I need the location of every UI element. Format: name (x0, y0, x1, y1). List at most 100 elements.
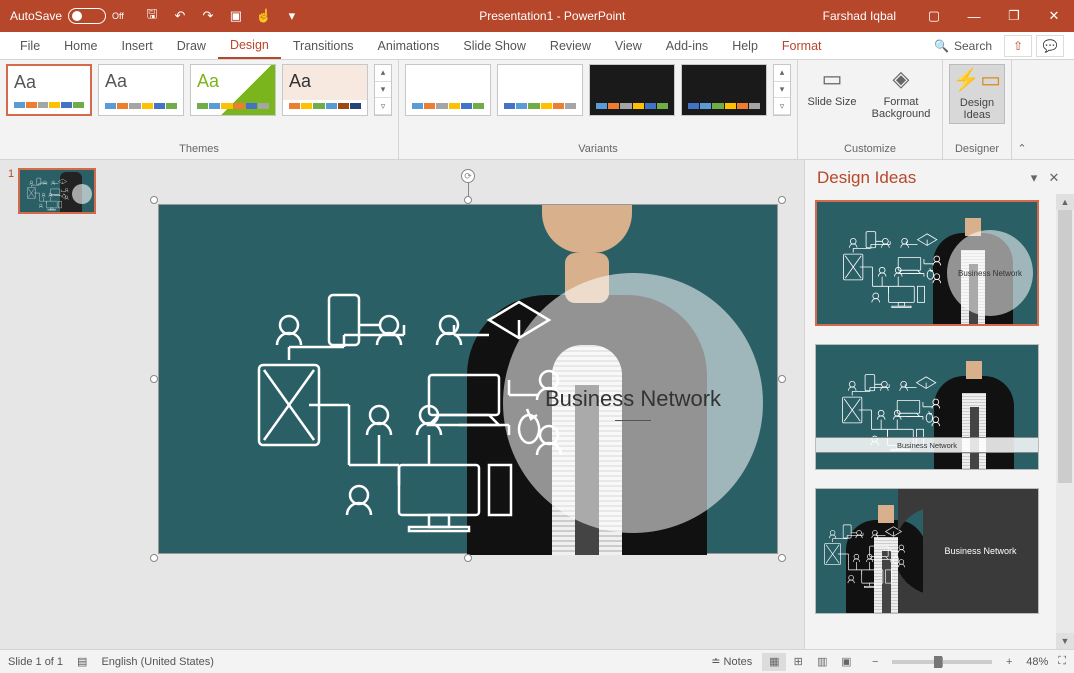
variant-thumb-1[interactable] (405, 64, 491, 116)
variant-thumb-3[interactable] (589, 64, 675, 116)
design-idea-1[interactable]: Business Network (815, 200, 1039, 326)
pane-title: Design Ideas (817, 168, 1024, 188)
search-label: Search (954, 39, 992, 53)
scroll-up-icon[interactable]: ▲ (1056, 194, 1074, 210)
tab-review[interactable]: Review (538, 32, 603, 59)
tab-help[interactable]: Help (720, 32, 770, 59)
designer-group-label: Designer (949, 143, 1005, 157)
resize-handle[interactable] (778, 196, 786, 204)
zoom-slider[interactable] (892, 660, 992, 664)
rotate-handle-icon[interactable]: ⟳ (461, 169, 475, 183)
slide-thumbnail-panel: 1 (0, 160, 132, 649)
save-icon[interactable]: 🖫 (144, 8, 160, 24)
slide-canvas[interactable]: ⟳ Business Network (158, 204, 778, 554)
theme-thumb-2[interactable]: Aa (98, 64, 184, 116)
fit-to-window-icon[interactable]: ⛶ (1058, 655, 1066, 668)
redo-icon[interactable]: ↷ (200, 8, 216, 24)
design-ideas-button[interactable]: ⚡▭ Design Ideas (949, 64, 1005, 124)
resize-handle[interactable] (778, 554, 786, 562)
ribbon-design: Aa Aa Aa Aa ▴▾▿ Themes ▴▾▿ (0, 60, 1074, 160)
scroll-thumb[interactable] (1058, 210, 1072, 483)
variants-group-label: Variants (405, 143, 791, 157)
design-ideas-pane: Design Ideas ▾ ✕ Business Network Busine… (804, 160, 1074, 649)
slideshow-view-icon[interactable]: ▣ (834, 653, 858, 671)
document-title: Presentation1 - PowerPoint (300, 9, 805, 23)
design-ideas-label: Design Ideas (952, 97, 1002, 121)
resize-handle[interactable] (464, 554, 472, 562)
user-name[interactable]: Farshad Iqbal (805, 9, 914, 23)
zoom-percent[interactable]: 48% (1026, 656, 1048, 668)
notes-label: Notes (724, 656, 753, 668)
slide-thumbnail-1[interactable]: 1 (8, 168, 124, 214)
share-button[interactable]: ⇧ (1004, 35, 1032, 57)
slide-title-text: Business Network (545, 386, 721, 412)
accessibility-icon[interactable]: ▤ (77, 655, 87, 668)
tab-design[interactable]: Design (218, 32, 281, 59)
close-icon[interactable]: ✕ (1034, 0, 1074, 32)
design-idea-2[interactable]: Business Network (815, 344, 1039, 470)
theme-aa: Aa (105, 71, 177, 92)
zoom-out-button[interactable]: − (868, 656, 882, 668)
autosave-toggle[interactable]: AutoSave Off (10, 8, 124, 24)
autosave-switch[interactable] (68, 8, 106, 24)
scroll-down-icon[interactable]: ▼ (1056, 633, 1074, 649)
tab-slideshow[interactable]: Slide Show (451, 32, 538, 59)
slide-size-button[interactable]: ▭ Slide Size (804, 64, 860, 110)
zoom-in-button[interactable]: + (1002, 656, 1016, 668)
resize-handle[interactable] (778, 375, 786, 383)
design-ideas-list: Business Network Business Network Busine… (805, 194, 1056, 649)
tab-transitions[interactable]: Transitions (281, 32, 366, 59)
design-ideas-icon: ⚡▭ (953, 67, 1001, 93)
theme-thumb-1[interactable]: Aa (6, 64, 92, 116)
pane-options-icon[interactable]: ▾ (1024, 168, 1044, 188)
tab-home[interactable]: Home (52, 32, 109, 59)
slide-thumb-image (18, 168, 96, 214)
resize-handle[interactable] (150, 554, 158, 562)
pane-close-icon[interactable]: ✕ (1044, 168, 1064, 188)
design-idea-3[interactable]: Business Network (815, 488, 1039, 614)
status-bar: Slide 1 of 1 ▤ English (United States) ≐… (0, 649, 1074, 673)
themes-gallery-more[interactable]: ▴▾▿ (374, 64, 392, 116)
tab-draw[interactable]: Draw (165, 32, 218, 59)
reading-view-icon[interactable]: ▥ (810, 653, 834, 671)
collapse-ribbon-icon[interactable]: ⌃ (1012, 60, 1032, 159)
ribbon-display-options-icon[interactable]: ▢ (914, 0, 954, 32)
variant-thumb-2[interactable] (497, 64, 583, 116)
notes-button[interactable]: ≐ Notes (711, 655, 752, 668)
resize-handle[interactable] (150, 196, 158, 204)
normal-view-icon[interactable]: ▦ (762, 653, 786, 671)
ribbon-tabs: File Home Insert Draw Design Transitions… (0, 32, 1074, 60)
pane-scrollbar[interactable]: ▲ ▼ (1056, 194, 1074, 649)
slide-count[interactable]: Slide 1 of 1 (8, 656, 63, 668)
slide-title-circle: Business Network (503, 273, 763, 533)
slide-sorter-view-icon[interactable]: ⊞ (786, 653, 810, 671)
tab-view[interactable]: View (603, 32, 654, 59)
resize-handle[interactable] (150, 375, 158, 383)
autosave-label: AutoSave (10, 9, 62, 23)
slide-canvas-area[interactable]: ⟳ Business Network (132, 160, 804, 649)
tab-format[interactable]: Format (770, 32, 834, 59)
theme-thumb-4[interactable]: Aa (282, 64, 368, 116)
touch-mode-icon[interactable]: ☝ (256, 8, 272, 24)
qat-customize-icon[interactable]: ▾ (284, 8, 300, 24)
title-bar: AutoSave Off 🖫 ↶ ↷ ▣ ☝ ▾ Presentation1 -… (0, 0, 1074, 32)
format-background-icon: ◈ (893, 66, 910, 92)
variant-thumb-4[interactable] (681, 64, 767, 116)
themes-group-label: Themes (6, 143, 392, 157)
comment-icon: 💬 (1043, 39, 1058, 53)
search-box[interactable]: 🔍 Search (926, 39, 1000, 53)
tab-insert[interactable]: Insert (110, 32, 165, 59)
undo-icon[interactable]: ↶ (172, 8, 188, 24)
language-indicator[interactable]: English (United States) (101, 656, 214, 668)
format-background-button[interactable]: ◈ Format Background (866, 64, 936, 122)
theme-thumb-3[interactable]: Aa (190, 64, 276, 116)
minimize-icon[interactable]: — (954, 0, 994, 32)
variants-gallery-more[interactable]: ▴▾▿ (773, 64, 791, 116)
comments-button[interactable]: 💬 (1036, 35, 1064, 57)
maximize-icon[interactable]: ❐ (994, 0, 1034, 32)
tab-addins[interactable]: Add-ins (654, 32, 720, 59)
start-from-beginning-icon[interactable]: ▣ (228, 8, 244, 24)
tab-animations[interactable]: Animations (366, 32, 452, 59)
idea-3-label: Business Network (923, 489, 1038, 613)
tab-file[interactable]: File (8, 32, 52, 59)
